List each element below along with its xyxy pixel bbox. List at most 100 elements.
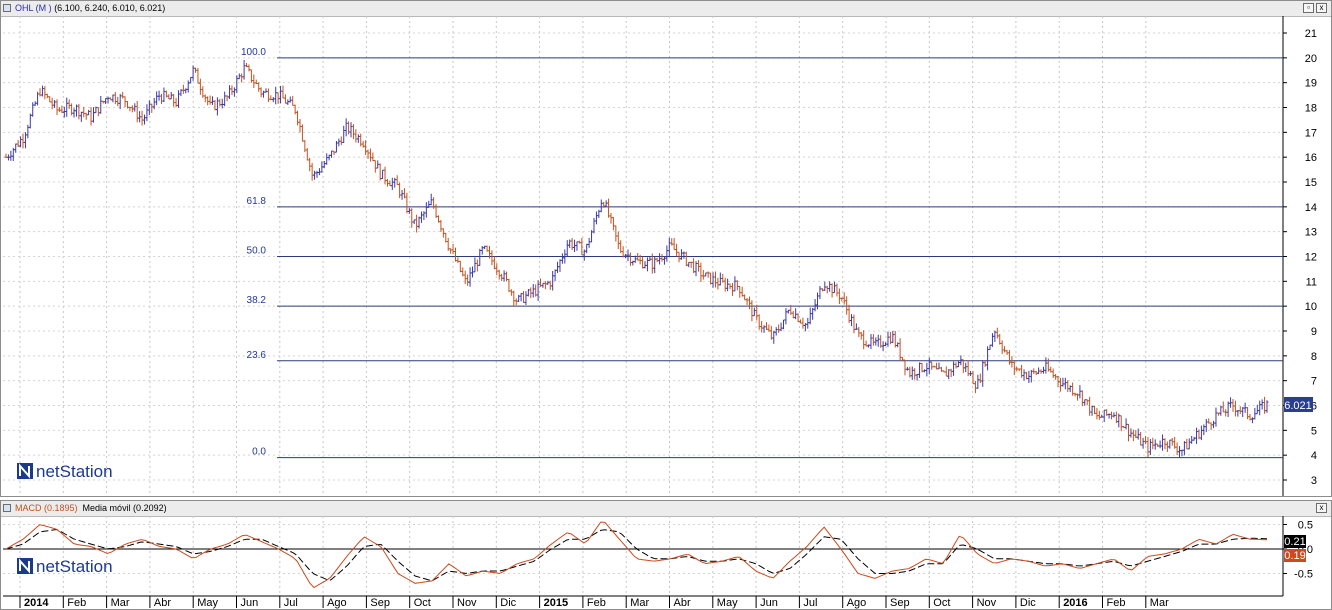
ohlc-bar xyxy=(733,276,737,292)
ohlc-bar xyxy=(1029,370,1033,383)
ohlc-bar xyxy=(218,98,222,107)
ohlc-bar xyxy=(89,107,93,126)
x-axis-label: Mar xyxy=(630,597,649,609)
ohlc-bar xyxy=(478,248,482,266)
ohlc-bar xyxy=(859,331,863,340)
ohlc-bar xyxy=(781,319,785,330)
x-axis-label: Abr xyxy=(154,597,171,609)
ohlc-bar xyxy=(575,241,579,251)
ohlc-bar xyxy=(113,92,117,105)
signal-line xyxy=(5,528,1268,582)
ohlc-bar xyxy=(77,103,81,120)
ohlc-bar xyxy=(300,124,304,142)
ohlc-bar xyxy=(740,286,744,297)
ohlc-bar xyxy=(1022,369,1026,381)
ohlc-bar xyxy=(305,147,309,161)
close-button[interactable]: x xyxy=(1316,3,1327,13)
ohlc-bar xyxy=(155,91,159,106)
ohlc-bar xyxy=(1161,434,1165,451)
ohlc-bar xyxy=(696,260,700,272)
ohlc-bar xyxy=(1119,415,1123,432)
ohlc-bar xyxy=(490,250,494,266)
ohlc-bar xyxy=(699,262,703,282)
fib-level-label: 23.6 xyxy=(247,350,267,361)
x-axis-label: Sep xyxy=(370,597,390,609)
x-axis-label: Feb xyxy=(67,597,86,609)
ohlc-bar xyxy=(978,373,982,384)
restore-button[interactable]: ▫ xyxy=(1303,3,1314,13)
ohlc-bar xyxy=(96,107,100,117)
ohlc-bar xyxy=(1148,439,1152,456)
ohlc-bar xyxy=(325,153,329,165)
price-panel: OHL (M ) (6.100, 6.240, 6.010, 6.021) ▫ … xyxy=(0,0,1332,497)
ohlc-bar xyxy=(82,106,86,118)
ohlc-bar xyxy=(850,314,854,327)
ohlc-bar xyxy=(1214,407,1218,427)
macd-axis-label: 0.5 xyxy=(1298,520,1313,532)
ohlc-bar xyxy=(468,267,472,287)
ohlc-bar xyxy=(400,190,404,200)
ohlc-bar xyxy=(385,179,389,187)
ohlc-bar xyxy=(1250,417,1254,424)
ohlc-bar xyxy=(723,277,727,292)
price-axis-label: 21 xyxy=(1305,28,1317,40)
ohlc-bar xyxy=(641,256,645,269)
ohlc-bar xyxy=(806,317,810,329)
ohlc-bar xyxy=(1000,340,1004,355)
macd-axis-label: -0.5 xyxy=(1294,569,1313,581)
ohlc-bar xyxy=(43,86,47,100)
ohlc-bar xyxy=(551,270,555,291)
x-axis-label: Dic xyxy=(1020,597,1036,609)
ohlc-bar xyxy=(1095,408,1099,420)
close-macd-button[interactable]: x xyxy=(1316,503,1327,513)
ohlc-bar xyxy=(196,67,200,84)
ohlc-bar xyxy=(1003,346,1007,353)
ohlc-bar xyxy=(752,307,756,317)
ohlc-bar xyxy=(871,334,875,346)
ohlc-bar xyxy=(466,274,470,286)
ohlc-bar xyxy=(434,204,438,218)
ohlc-bar xyxy=(354,129,358,143)
ohlc-bar xyxy=(925,362,929,377)
ohlc-bar xyxy=(288,96,292,103)
ohlc-bar xyxy=(91,107,95,123)
ohlc-bar xyxy=(356,134,360,143)
netstation-logo: netStation xyxy=(17,462,113,481)
ohlc-bar xyxy=(672,238,676,251)
ohlc-bar xyxy=(1246,407,1250,420)
ohlc-bar xyxy=(772,331,776,344)
ohlc-bar xyxy=(949,368,953,378)
ohlc-bar xyxy=(439,219,443,232)
price-axis-label: 18 xyxy=(1305,103,1317,115)
ohlc-bar xyxy=(692,258,696,274)
price-chart: 2120191817161514131211109876543100.061.8… xyxy=(3,16,1317,496)
ohlc-bar xyxy=(14,143,18,153)
ohlc-bar xyxy=(296,110,300,126)
ohlc-bar xyxy=(1097,410,1101,420)
price-axis-label: 16 xyxy=(1305,152,1317,164)
ohlc-bar xyxy=(368,148,372,162)
ohlc-bar xyxy=(62,106,66,118)
ohlc-bar xyxy=(298,119,302,133)
ohlc-bar xyxy=(794,308,798,320)
ohlc-bar xyxy=(981,360,985,387)
ohlc-bar xyxy=(1224,409,1228,417)
ohlc-bar xyxy=(1032,368,1036,375)
x-axis-label: Sep xyxy=(890,597,910,609)
ohlc-bar xyxy=(594,211,598,225)
ohlc-bar xyxy=(53,99,57,108)
macd-chart: 0.50.0-0.50.210.19netStation2014FebMarAb… xyxy=(3,516,1313,609)
ohlc-bar xyxy=(500,273,504,281)
ohlc-bar xyxy=(145,104,149,122)
ohlc-bar xyxy=(954,362,958,369)
price-axis-label: 11 xyxy=(1306,276,1317,288)
price-axis-label: 9 xyxy=(1311,326,1317,338)
ohlc-bar xyxy=(918,362,922,378)
ohlc-bar xyxy=(927,357,931,375)
ohlc-bar xyxy=(473,257,477,273)
ohlc-bar xyxy=(407,208,411,214)
ohlc-bar xyxy=(412,219,416,224)
ohlc-bar xyxy=(524,291,528,306)
ohlc-bar xyxy=(599,199,603,213)
x-axis-label: Feb xyxy=(587,597,606,609)
